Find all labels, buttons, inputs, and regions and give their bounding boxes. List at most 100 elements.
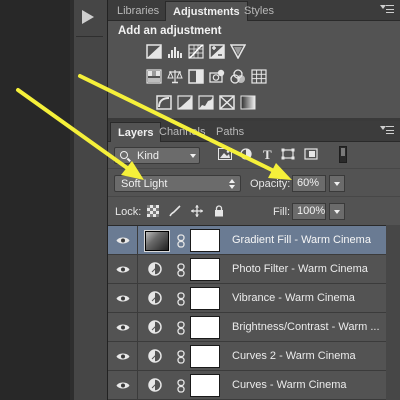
tab-libraries[interactable]: Libraries: [110, 1, 166, 21]
strip-separator: [76, 36, 103, 37]
eye-icon: [116, 381, 130, 390]
tab-channels[interactable]: Channels: [152, 122, 212, 142]
link-icon[interactable]: [177, 234, 185, 248]
mask-thumbnail[interactable]: [190, 258, 220, 281]
layer-name[interactable]: Gradient Fill - Warm Cinema: [232, 234, 371, 246]
opacity-label: Opacity:: [250, 178, 291, 190]
layer-row[interactable]: Curves 2 - Warm Cinema: [108, 342, 400, 371]
updown-icon: [229, 179, 235, 189]
blend-mode-select[interactable]: Soft Light: [114, 175, 241, 192]
mask-thumbnail[interactable]: [190, 287, 220, 310]
pixel-layer-filter-icon[interactable]: [218, 148, 232, 160]
adjustment-layer-icon[interactable]: [148, 320, 162, 334]
shape-layer-filter-icon[interactable]: [281, 148, 295, 160]
visibility-toggle[interactable]: [108, 226, 138, 255]
mask-thumbnail[interactable]: [190, 229, 220, 252]
threshold-icon[interactable]: [198, 95, 214, 110]
lock-transparent-pixels-icon[interactable]: [147, 205, 159, 217]
black-white-icon[interactable]: [188, 69, 204, 84]
layer-row[interactable]: Photo Filter - Warm Cinema: [108, 255, 400, 284]
posterize-icon[interactable]: [177, 95, 193, 110]
visibility-toggle[interactable]: [108, 313, 138, 342]
mask-thumbnail[interactable]: [190, 316, 220, 339]
blend-mode-value: Soft Light: [121, 178, 168, 190]
fill-field[interactable]: 100%: [292, 203, 326, 220]
vibrance-icon[interactable]: [230, 44, 246, 59]
adjustment-layer-filter-icon[interactable]: [239, 148, 253, 160]
eye-icon: [116, 352, 130, 361]
smart-object-filter-icon[interactable]: [304, 148, 318, 160]
layer-filter-row: Kind T: [108, 142, 400, 168]
layer-name[interactable]: Photo Filter - Warm Cinema: [232, 263, 368, 275]
tab-styles[interactable]: Styles: [237, 1, 281, 21]
layers-scrollbar[interactable]: [386, 225, 400, 400]
selective-color-icon[interactable]: [219, 95, 235, 110]
adjustments-title: Add an adjustment: [118, 25, 222, 37]
brightness-contrast-icon[interactable]: [146, 44, 162, 59]
search-icon: [120, 151, 128, 159]
layer-row[interactable]: Brightness/Contrast - Warm ...: [108, 313, 400, 342]
opacity-dropdown-button[interactable]: [329, 175, 345, 192]
curves-icon[interactable]: [188, 44, 204, 59]
tab-adjustments[interactable]: Adjustments: [165, 1, 248, 21]
channel-mixer-icon[interactable]: [230, 69, 246, 84]
eye-icon: [116, 294, 130, 303]
fill-label: Fill:: [273, 206, 291, 218]
fill-dropdown-button[interactable]: [329, 203, 345, 220]
tab-paths[interactable]: Paths: [209, 122, 251, 142]
color-lookup-icon[interactable]: [251, 69, 267, 84]
link-icon[interactable]: [177, 321, 185, 335]
gradient-thumbnail[interactable]: [144, 230, 170, 252]
link-icon[interactable]: [177, 292, 185, 306]
layers-panel-menu-icon[interactable]: [380, 126, 394, 136]
photo-filter-icon[interactable]: [209, 69, 225, 84]
visibility-toggle[interactable]: [108, 255, 138, 284]
adjustment-layer-icon[interactable]: [148, 262, 162, 276]
visibility-toggle[interactable]: [108, 284, 138, 313]
layer-name[interactable]: Brightness/Contrast - Warm ...: [232, 321, 380, 333]
mask-thumbnail[interactable]: [190, 374, 220, 397]
visibility-toggle[interactable]: [108, 342, 138, 371]
filter-kind-label: Kind: [137, 150, 160, 162]
adjustment-layer-icon[interactable]: [148, 378, 162, 392]
opacity-field[interactable]: 60%: [292, 175, 326, 192]
lock-position-icon[interactable]: [191, 205, 203, 217]
play-icon[interactable]: [82, 10, 94, 24]
eye-icon: [116, 236, 130, 245]
color-balance-icon[interactable]: [167, 69, 183, 84]
layer-row[interactable]: Vibrance - Warm Cinema: [108, 284, 400, 313]
invert-icon[interactable]: [156, 95, 172, 110]
layers-list: Gradient Fill - Warm Cinema Photo Filter…: [108, 225, 400, 400]
lock-label: Lock:: [115, 206, 142, 218]
filter-toggle-switch[interactable]: [339, 146, 347, 163]
eye-icon: [116, 323, 130, 332]
mask-thumbnail[interactable]: [190, 345, 220, 368]
collapsed-panel-strip: [70, 0, 108, 400]
chevron-down-icon: [334, 210, 340, 214]
panel-divider[interactable]: [70, 0, 74, 400]
hue-saturation-icon[interactable]: [146, 69, 162, 84]
lock-image-pixels-icon[interactable]: [169, 205, 181, 217]
blend-row: Soft Light Opacity: 60%: [108, 168, 400, 196]
levels-icon[interactable]: [167, 44, 183, 59]
layer-name[interactable]: Curves 2 - Warm Cinema: [232, 350, 356, 362]
layer-row[interactable]: Curves - Warm Cinema: [108, 371, 400, 400]
svg-text:T: T: [263, 148, 272, 160]
link-icon[interactable]: [177, 379, 185, 393]
lock-all-icon[interactable]: [213, 205, 225, 217]
panel-menu-icon[interactable]: [380, 5, 394, 15]
layer-name[interactable]: Vibrance - Warm Cinema: [232, 292, 355, 304]
gradient-map-icon[interactable]: [240, 95, 256, 110]
exposure-icon[interactable]: [209, 44, 225, 59]
layers-tabbar: Layers Channels Paths: [108, 121, 400, 142]
right-panel-dock: Libraries Adjustments Styles Add an adju…: [108, 0, 400, 400]
adjustment-layer-icon[interactable]: [148, 349, 162, 363]
link-icon[interactable]: [177, 263, 185, 277]
link-icon[interactable]: [177, 350, 185, 364]
visibility-toggle[interactable]: [108, 371, 138, 400]
adjustment-layer-icon[interactable]: [148, 291, 162, 305]
filter-kind-select[interactable]: Kind: [114, 147, 200, 164]
layer-row[interactable]: Gradient Fill - Warm Cinema: [108, 226, 400, 255]
type-layer-filter-icon[interactable]: T: [260, 148, 274, 160]
layer-name[interactable]: Curves - Warm Cinema: [232, 379, 347, 391]
